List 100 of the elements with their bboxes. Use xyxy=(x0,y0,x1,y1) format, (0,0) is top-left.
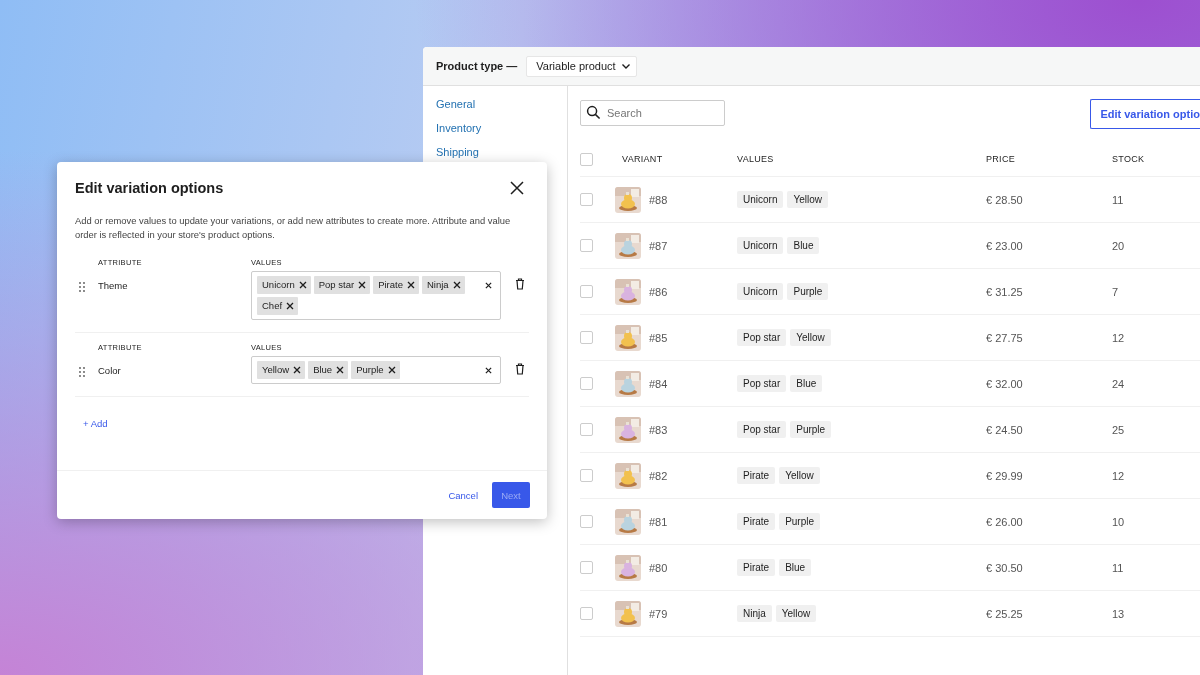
stock-cell-text: 7 xyxy=(1112,285,1120,298)
stock-cell-text: 25 xyxy=(1112,423,1126,436)
drag-handle-icon[interactable] xyxy=(79,367,85,377)
variant-number: #82 xyxy=(649,469,668,482)
variant-number: #81 xyxy=(649,515,668,528)
value-tag: Pop star xyxy=(737,329,787,346)
price-cell-text: € 24.50 xyxy=(986,423,1024,436)
variant-number: #85 xyxy=(649,331,668,344)
remove-icon[interactable] xyxy=(286,302,295,310)
value-tag: Pop star xyxy=(737,375,787,392)
row-checkbox[interactable] xyxy=(580,469,593,482)
attribute-name: Color xyxy=(98,365,122,376)
edit-variation-options-button[interactable]: Edit variation optio xyxy=(1090,98,1200,129)
price-cell-text: € 23.00 xyxy=(986,239,1024,252)
remove-icon[interactable] xyxy=(293,366,302,374)
stock-cell-text: 10 xyxy=(1112,515,1126,528)
stock-cell-text: 11 xyxy=(1112,193,1125,206)
values-field[interactable]: Unicorn Pop star Pirate Ninja Chef xyxy=(251,271,501,320)
clear-icon[interactable] xyxy=(485,282,492,289)
variant-number: #84 xyxy=(649,377,668,390)
value-tag: Unicorn xyxy=(737,283,784,300)
value-tag: Purple xyxy=(787,283,829,300)
price-cell-text: € 32.00 xyxy=(986,377,1024,390)
cancel-button[interactable]: Cancel xyxy=(448,489,478,501)
value-tag: Pirate xyxy=(737,513,776,530)
row-checkbox[interactable] xyxy=(580,285,593,298)
value-tag: Pirate xyxy=(737,559,776,576)
stock-cell-text: 12 xyxy=(1112,469,1126,482)
row-checkbox[interactable] xyxy=(580,607,593,620)
remove-icon[interactable] xyxy=(298,281,307,289)
value-label: Blue xyxy=(313,363,333,377)
value-label: Pop star xyxy=(318,278,355,292)
value-tag: Purple xyxy=(790,421,832,438)
value-label: Yellow xyxy=(262,363,290,377)
row-checkbox[interactable] xyxy=(580,193,593,206)
price-cell-text: € 27.75 xyxy=(986,331,1024,344)
value-tag: Unicorn xyxy=(737,237,784,254)
value-tag: Pirate xyxy=(737,467,776,484)
remove-icon[interactable] xyxy=(358,281,367,289)
variant-number: #87 xyxy=(649,239,668,252)
value-tag: Yellow xyxy=(790,329,831,346)
add-attribute-link[interactable]: + Add xyxy=(83,418,108,429)
stock-cell-text: 11 xyxy=(1112,561,1125,574)
stock-cell-text: 24 xyxy=(1112,377,1126,390)
close-icon[interactable] xyxy=(510,181,524,195)
sidebar-link[interactable]: Inventory xyxy=(436,121,567,135)
remove-icon[interactable] xyxy=(336,366,345,374)
value-tag: Ninja xyxy=(737,605,772,622)
value-tag: Purple xyxy=(779,513,821,530)
value-tag: Yellow xyxy=(787,191,828,208)
variant-number: #88 xyxy=(649,193,668,206)
row-checkbox[interactable] xyxy=(580,239,593,252)
price-cell-text: € 30.50 xyxy=(986,561,1024,574)
row-checkbox[interactable] xyxy=(580,561,593,574)
value-label: Pirate xyxy=(378,278,403,292)
select-all-checkbox[interactable] xyxy=(580,152,593,166)
variant-number: #80 xyxy=(649,561,668,574)
drag-handle-icon[interactable] xyxy=(79,282,85,292)
price-cell-text: € 26.00 xyxy=(986,515,1024,528)
value-tag: Blue xyxy=(779,559,812,576)
value-label: Chef xyxy=(262,299,283,313)
column-header: STOCK xyxy=(1112,154,1146,164)
column-header: VARIANT xyxy=(622,154,664,164)
price-cell-text: € 25.25 xyxy=(986,607,1024,620)
stock-cell-text: 20 xyxy=(1112,239,1126,252)
column-header: PRICE xyxy=(986,154,1016,164)
value-label: Purple xyxy=(356,363,384,377)
remove-icon[interactable] xyxy=(452,281,461,289)
trash-icon[interactable] xyxy=(515,363,525,375)
product-type-label: Product type — xyxy=(436,60,518,72)
stock-cell-text: 12 xyxy=(1112,331,1126,344)
price-cell-text: € 31.25 xyxy=(986,285,1024,298)
dialog-description: Add or remove values to update your variations, or add new attributes to create more. Attribute and value order is reflected in your store's product options. xyxy=(75,214,512,242)
stock-cell-text: 13 xyxy=(1112,607,1126,620)
value-tag: Yellow xyxy=(775,605,817,622)
remove-icon[interactable] xyxy=(387,366,396,374)
row-checkbox[interactable] xyxy=(580,377,593,390)
price-cell-text: € 28.50 xyxy=(986,193,1024,206)
row-checkbox[interactable] xyxy=(580,423,593,436)
value-label: Ninja xyxy=(426,278,449,292)
variant-number: #86 xyxy=(649,285,668,298)
sidebar-link[interactable]: General xyxy=(436,97,567,111)
column-header: VALUES xyxy=(737,154,775,164)
value-tag: Blue xyxy=(790,375,823,392)
variant-number: #83 xyxy=(649,423,668,436)
row-checkbox[interactable] xyxy=(580,331,593,344)
clear-icon[interactable] xyxy=(485,367,492,374)
remove-icon[interactable] xyxy=(406,281,415,289)
product-type-select[interactable]: Variable product xyxy=(526,55,637,77)
value-tag: Yellow xyxy=(779,467,820,484)
sidebar-link[interactable]: Shipping xyxy=(436,145,567,159)
search-icon xyxy=(586,104,601,120)
row-checkbox[interactable] xyxy=(580,515,593,528)
price-cell-text: € 29.99 xyxy=(986,469,1024,482)
values-field[interactable]: Yellow Blue Purple xyxy=(251,356,501,384)
trash-icon[interactable] xyxy=(515,278,525,290)
search-field[interactable]: Search xyxy=(580,99,725,126)
variant-number: #79 xyxy=(649,607,668,620)
attribute-name: Theme xyxy=(98,280,129,291)
value-tag: Unicorn xyxy=(737,191,784,208)
